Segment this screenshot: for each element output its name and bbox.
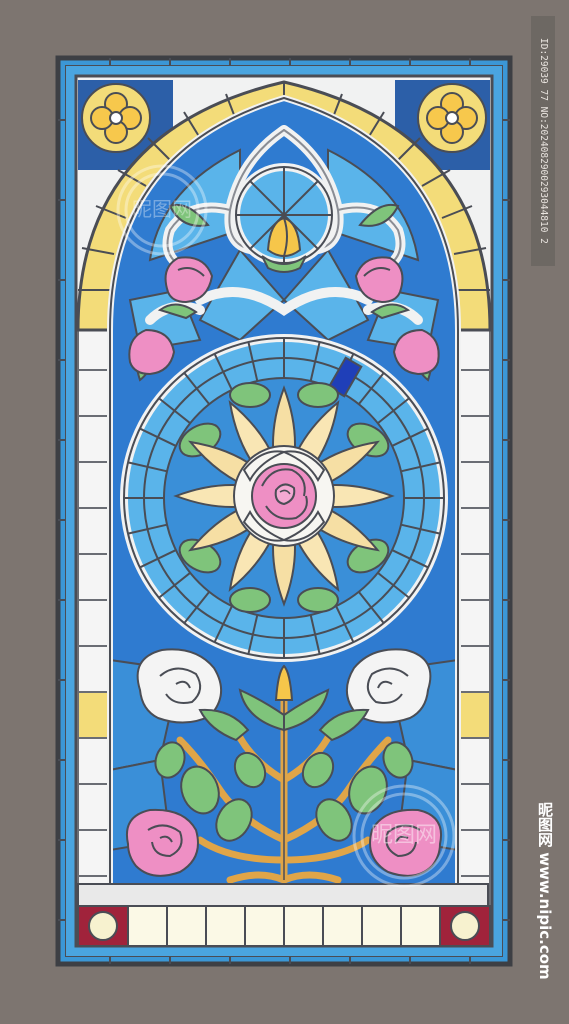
stained-glass-window: 昵图网 昵图网 bbox=[55, 55, 513, 967]
stamp-text-bottom: 昵图网 bbox=[371, 823, 437, 848]
image-id-label: ID:29039 77 NO:2024082900293044810 2 bbox=[531, 16, 555, 266]
site-watermark: 昵图网 www.nipic.com bbox=[536, 802, 554, 980]
stamp-text-top: 昵图网 bbox=[132, 197, 192, 221]
stained-glass-image: 昵图网 昵图网 ID:29039 77 NO:20240829002930448… bbox=[0, 0, 569, 1024]
rose-icon bbox=[251, 463, 317, 529]
bottom-band bbox=[77, 883, 491, 947]
